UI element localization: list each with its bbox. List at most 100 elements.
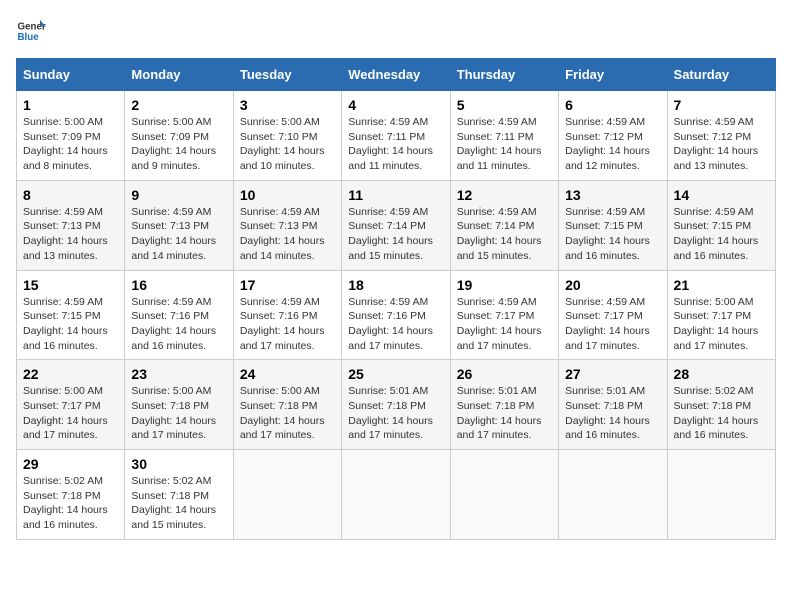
week-row-3: 15 Sunrise: 4:59 AM Sunset: 7:15 PM Dayl… (17, 270, 776, 360)
day-cell (342, 450, 450, 540)
day-cell: 29 Sunrise: 5:02 AM Sunset: 7:18 PM Dayl… (17, 450, 125, 540)
day-info: Sunrise: 5:01 AM Sunset: 7:18 PM Dayligh… (348, 385, 433, 441)
day-cell: 7 Sunrise: 4:59 AM Sunset: 7:12 PM Dayli… (667, 91, 775, 181)
day-info: Sunrise: 4:59 AM Sunset: 7:15 PM Dayligh… (565, 206, 650, 262)
week-row-4: 22 Sunrise: 5:00 AM Sunset: 7:17 PM Dayl… (17, 360, 776, 450)
header-friday: Friday (559, 59, 667, 91)
day-cell: 4 Sunrise: 4:59 AM Sunset: 7:11 PM Dayli… (342, 91, 450, 181)
day-number: 23 (131, 366, 226, 382)
day-info: Sunrise: 5:02 AM Sunset: 7:18 PM Dayligh… (131, 475, 216, 531)
day-cell: 28 Sunrise: 5:02 AM Sunset: 7:18 PM Dayl… (667, 360, 775, 450)
day-number: 3 (240, 97, 335, 113)
day-cell (559, 450, 667, 540)
week-row-1: 1 Sunrise: 5:00 AM Sunset: 7:09 PM Dayli… (17, 91, 776, 181)
day-cell: 26 Sunrise: 5:01 AM Sunset: 7:18 PM Dayl… (450, 360, 558, 450)
day-number: 11 (348, 187, 443, 203)
day-info: Sunrise: 4:59 AM Sunset: 7:12 PM Dayligh… (674, 116, 759, 172)
day-number: 7 (674, 97, 769, 113)
calendar-table: SundayMondayTuesdayWednesdayThursdayFrid… (16, 58, 776, 540)
day-number: 14 (674, 187, 769, 203)
day-info: Sunrise: 5:00 AM Sunset: 7:09 PM Dayligh… (23, 116, 108, 172)
day-number: 20 (565, 277, 660, 293)
day-cell: 10 Sunrise: 4:59 AM Sunset: 7:13 PM Dayl… (233, 180, 341, 270)
header-tuesday: Tuesday (233, 59, 341, 91)
day-number: 16 (131, 277, 226, 293)
day-cell: 15 Sunrise: 4:59 AM Sunset: 7:15 PM Dayl… (17, 270, 125, 360)
day-info: Sunrise: 4:59 AM Sunset: 7:16 PM Dayligh… (348, 296, 433, 352)
day-cell: 3 Sunrise: 5:00 AM Sunset: 7:10 PM Dayli… (233, 91, 341, 181)
day-number: 18 (348, 277, 443, 293)
day-number: 26 (457, 366, 552, 382)
day-info: Sunrise: 4:59 AM Sunset: 7:16 PM Dayligh… (240, 296, 325, 352)
header-saturday: Saturday (667, 59, 775, 91)
day-number: 2 (131, 97, 226, 113)
day-info: Sunrise: 4:59 AM Sunset: 7:11 PM Dayligh… (457, 116, 542, 172)
day-info: Sunrise: 4:59 AM Sunset: 7:15 PM Dayligh… (23, 296, 108, 352)
logo: General Blue (16, 16, 46, 46)
day-number: 1 (23, 97, 118, 113)
day-number: 22 (23, 366, 118, 382)
day-cell: 12 Sunrise: 4:59 AM Sunset: 7:14 PM Dayl… (450, 180, 558, 270)
day-cell: 9 Sunrise: 4:59 AM Sunset: 7:13 PM Dayli… (125, 180, 233, 270)
day-cell: 8 Sunrise: 4:59 AM Sunset: 7:13 PM Dayli… (17, 180, 125, 270)
day-number: 27 (565, 366, 660, 382)
day-number: 15 (23, 277, 118, 293)
header-monday: Monday (125, 59, 233, 91)
day-info: Sunrise: 5:00 AM Sunset: 7:09 PM Dayligh… (131, 116, 216, 172)
day-info: Sunrise: 5:00 AM Sunset: 7:17 PM Dayligh… (674, 296, 759, 352)
logo-icon: General Blue (16, 16, 46, 46)
day-cell: 20 Sunrise: 4:59 AM Sunset: 7:17 PM Dayl… (559, 270, 667, 360)
day-cell: 27 Sunrise: 5:01 AM Sunset: 7:18 PM Dayl… (559, 360, 667, 450)
day-info: Sunrise: 4:59 AM Sunset: 7:14 PM Dayligh… (457, 206, 542, 262)
day-cell: 13 Sunrise: 4:59 AM Sunset: 7:15 PM Dayl… (559, 180, 667, 270)
header-thursday: Thursday (450, 59, 558, 91)
day-info: Sunrise: 5:01 AM Sunset: 7:18 PM Dayligh… (565, 385, 650, 441)
day-number: 4 (348, 97, 443, 113)
day-cell: 14 Sunrise: 4:59 AM Sunset: 7:15 PM Dayl… (667, 180, 775, 270)
day-info: Sunrise: 4:59 AM Sunset: 7:16 PM Dayligh… (131, 296, 216, 352)
day-number: 25 (348, 366, 443, 382)
day-number: 10 (240, 187, 335, 203)
day-cell: 30 Sunrise: 5:02 AM Sunset: 7:18 PM Dayl… (125, 450, 233, 540)
day-cell: 19 Sunrise: 4:59 AM Sunset: 7:17 PM Dayl… (450, 270, 558, 360)
day-number: 6 (565, 97, 660, 113)
day-info: Sunrise: 4:59 AM Sunset: 7:13 PM Dayligh… (131, 206, 216, 262)
day-number: 30 (131, 456, 226, 472)
day-info: Sunrise: 4:59 AM Sunset: 7:11 PM Dayligh… (348, 116, 433, 172)
day-info: Sunrise: 4:59 AM Sunset: 7:13 PM Dayligh… (23, 206, 108, 262)
day-info: Sunrise: 4:59 AM Sunset: 7:17 PM Dayligh… (565, 296, 650, 352)
day-number: 5 (457, 97, 552, 113)
week-row-2: 8 Sunrise: 4:59 AM Sunset: 7:13 PM Dayli… (17, 180, 776, 270)
header-row: SundayMondayTuesdayWednesdayThursdayFrid… (17, 59, 776, 91)
day-info: Sunrise: 5:01 AM Sunset: 7:18 PM Dayligh… (457, 385, 542, 441)
day-number: 24 (240, 366, 335, 382)
day-info: Sunrise: 5:00 AM Sunset: 7:18 PM Dayligh… (240, 385, 325, 441)
week-row-5: 29 Sunrise: 5:02 AM Sunset: 7:18 PM Dayl… (17, 450, 776, 540)
day-cell (450, 450, 558, 540)
day-cell: 11 Sunrise: 4:59 AM Sunset: 7:14 PM Dayl… (342, 180, 450, 270)
day-info: Sunrise: 4:59 AM Sunset: 7:12 PM Dayligh… (565, 116, 650, 172)
day-number: 17 (240, 277, 335, 293)
day-cell: 17 Sunrise: 4:59 AM Sunset: 7:16 PM Dayl… (233, 270, 341, 360)
day-number: 28 (674, 366, 769, 382)
day-info: Sunrise: 4:59 AM Sunset: 7:14 PM Dayligh… (348, 206, 433, 262)
day-cell: 2 Sunrise: 5:00 AM Sunset: 7:09 PM Dayli… (125, 91, 233, 181)
day-number: 9 (131, 187, 226, 203)
header-wednesday: Wednesday (342, 59, 450, 91)
day-cell: 23 Sunrise: 5:00 AM Sunset: 7:18 PM Dayl… (125, 360, 233, 450)
svg-text:Blue: Blue (18, 32, 40, 43)
day-number: 21 (674, 277, 769, 293)
day-cell: 18 Sunrise: 4:59 AM Sunset: 7:16 PM Dayl… (342, 270, 450, 360)
day-cell: 25 Sunrise: 5:01 AM Sunset: 7:18 PM Dayl… (342, 360, 450, 450)
day-info: Sunrise: 4:59 AM Sunset: 7:13 PM Dayligh… (240, 206, 325, 262)
day-cell: 16 Sunrise: 4:59 AM Sunset: 7:16 PM Dayl… (125, 270, 233, 360)
day-cell: 24 Sunrise: 5:00 AM Sunset: 7:18 PM Dayl… (233, 360, 341, 450)
day-number: 19 (457, 277, 552, 293)
day-cell (667, 450, 775, 540)
day-info: Sunrise: 4:59 AM Sunset: 7:15 PM Dayligh… (674, 206, 759, 262)
day-number: 29 (23, 456, 118, 472)
day-number: 13 (565, 187, 660, 203)
day-info: Sunrise: 5:02 AM Sunset: 7:18 PM Dayligh… (674, 385, 759, 441)
day-info: Sunrise: 5:00 AM Sunset: 7:18 PM Dayligh… (131, 385, 216, 441)
day-info: Sunrise: 5:00 AM Sunset: 7:10 PM Dayligh… (240, 116, 325, 172)
